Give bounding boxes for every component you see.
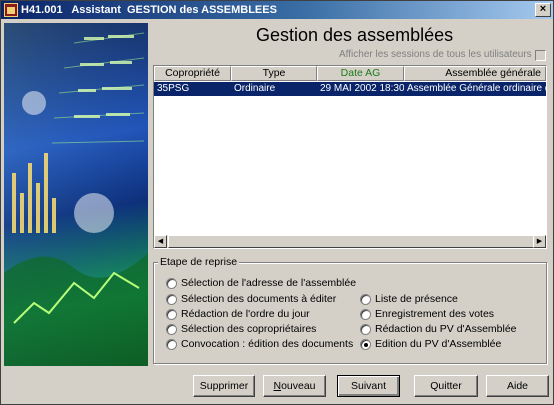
- delete-button[interactable]: Supprimer: [193, 375, 255, 397]
- show-all-users-checkbox[interactable]: [535, 50, 546, 61]
- show-all-users-label: Afficher les sessions de tous les utilis…: [339, 49, 532, 60]
- radio-button[interactable]: [166, 278, 177, 289]
- scroll-left-button[interactable]: ◀: [154, 235, 167, 248]
- radio-button[interactable]: [166, 339, 177, 350]
- help-button[interactable]: Aide: [486, 375, 549, 397]
- column-header-type[interactable]: Type: [231, 66, 317, 81]
- radio-label: Rédaction du PV d'Assemblée: [375, 323, 517, 335]
- radio-button[interactable]: [360, 294, 371, 305]
- scroll-right-button[interactable]: ▶: [533, 235, 546, 248]
- radio-button[interactable]: [360, 309, 371, 320]
- cell-type: Ordinaire: [234, 83, 276, 94]
- radio-button[interactable]: [166, 324, 177, 335]
- close-button[interactable]: ×: [535, 3, 551, 17]
- cell-assemblee: Assemblée Générale ordinaire du: [407, 83, 546, 94]
- radio-button-selected[interactable]: [360, 339, 371, 350]
- cell-date: 29 MAI 2002 18:30: [320, 83, 404, 94]
- radio-label: Edition du PV d'Assemblée: [375, 338, 502, 350]
- radio-button[interactable]: [166, 294, 177, 305]
- stock-ticker-illustration: [4, 23, 148, 366]
- column-header-copropriete[interactable]: Copropriété: [154, 66, 231, 81]
- radio-label: Rédaction de l'ordre du jour: [181, 308, 310, 320]
- window-title: H41.001 Assistant GESTION des ASSEMBLEES: [21, 4, 277, 16]
- resume-step-title: Etape de reprise: [158, 256, 240, 268]
- radio-button[interactable]: [360, 324, 371, 335]
- radio-label: Liste de présence: [375, 293, 458, 305]
- assemblies-list[interactable]: Copropriété Type Date AG Assemblée génér…: [153, 65, 547, 249]
- radio-label: Enregistrement des votes: [375, 308, 495, 320]
- scroll-thumb[interactable]: [168, 235, 534, 248]
- cell-copropriete: 35PSG: [157, 83, 190, 94]
- column-header-date-ag[interactable]: Date AG: [317, 66, 404, 81]
- radio-button[interactable]: [166, 309, 177, 320]
- new-button[interactable]: Nouveau: [263, 375, 326, 397]
- quit-button[interactable]: Quitter: [414, 375, 478, 397]
- horizontal-scrollbar[interactable]: ◀ ▶: [154, 235, 546, 248]
- next-button[interactable]: Suivant: [337, 375, 400, 397]
- radio-label: Sélection de l'adresse de l'assemblée: [181, 277, 357, 289]
- page-title: Gestion des assemblées: [256, 25, 454, 45]
- assistant-window: H41.001 Assistant GESTION des ASSEMBLEES…: [0, 0, 554, 405]
- radio-label: Sélection des copropriétaires: [181, 323, 317, 335]
- app-icon: [4, 3, 18, 17]
- radio-label: Convocation : édition des documents: [181, 338, 354, 350]
- radio-label: Sélection des documents à éditer: [181, 293, 337, 305]
- column-header-assemblee-generale[interactable]: Assemblée générale: [404, 66, 546, 81]
- list-header: Copropriété Type Date AG Assemblée génér…: [154, 66, 546, 81]
- table-row[interactable]: 35PSG Ordinaire 29 MAI 2002 18:30 Assemb…: [154, 82, 546, 96]
- decorative-banner-image: [4, 23, 148, 366]
- title-bar[interactable]: H41.001 Assistant GESTION des ASSEMBLEES…: [1, 1, 553, 19]
